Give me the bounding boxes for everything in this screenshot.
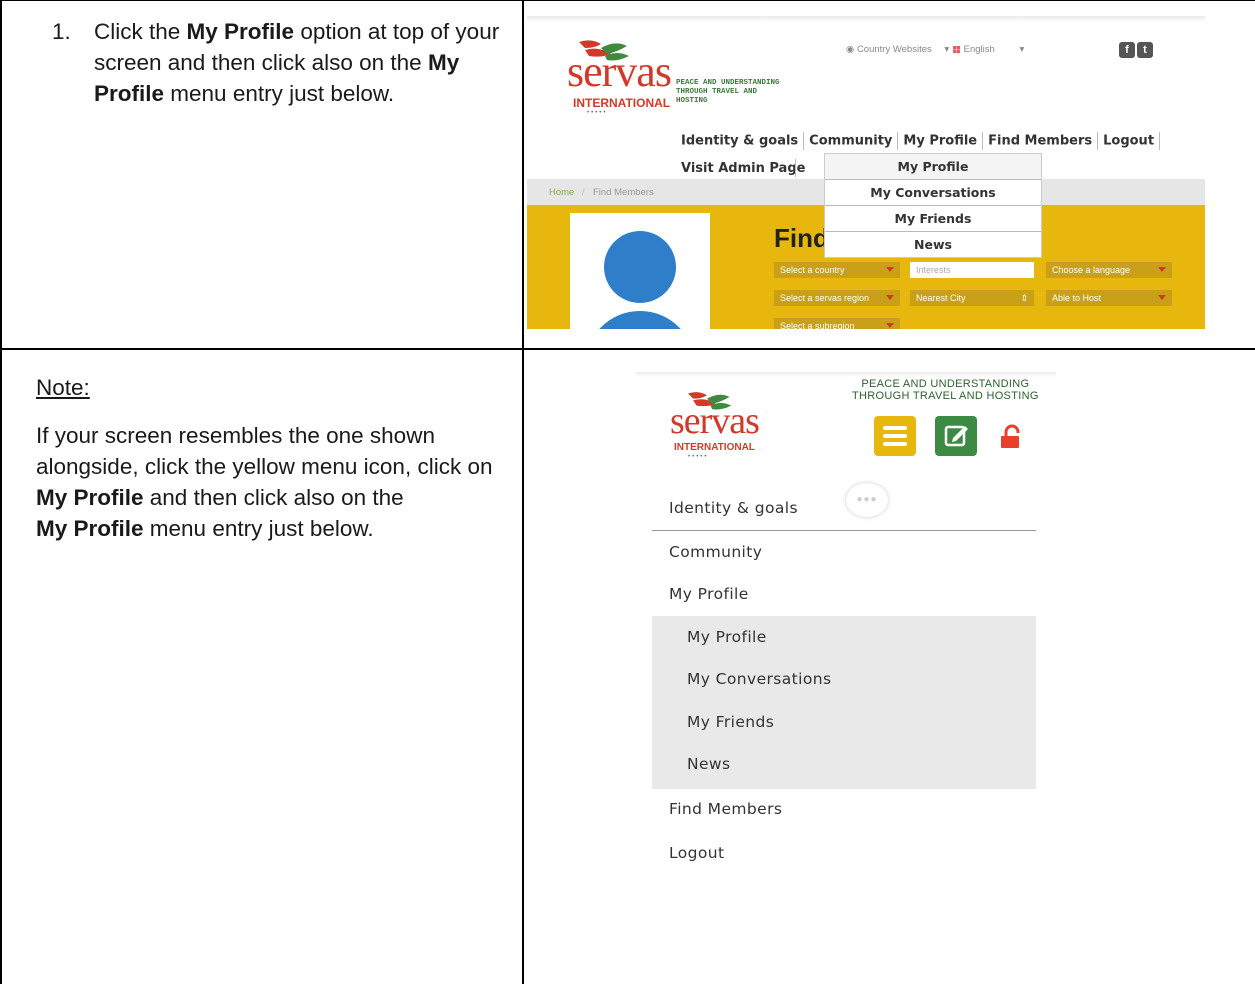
select-country[interactable]: Select a country <box>774 262 900 278</box>
tagline: PEACE AND UNDERSTANDING THROUGH TRAVEL A… <box>852 378 1039 402</box>
nav-find-members[interactable]: Find Members <box>988 134 1092 149</box>
dropdown-arrow-icon <box>886 267 894 272</box>
nav-logout[interactable]: Logout <box>1103 134 1154 149</box>
note-heading: Note: <box>36 375 90 400</box>
select-language[interactable]: Choose a language <box>1046 262 1172 278</box>
breadcrumb-current: Find Members <box>593 187 654 198</box>
top-nav: Identity & goals Community My Profile Find … <box>681 132 1165 150</box>
caret-down-icon: ▾ <box>944 44 950 55</box>
logo-international: INTERNATIONAL <box>674 442 755 453</box>
avatar <box>570 213 710 329</box>
dropdown-item-my-profile[interactable]: My Profile <box>825 154 1041 180</box>
tagline: PEACE AND UNDERSTANDING THROUGH TRAVEL A… <box>676 79 780 105</box>
submenu-item-news[interactable]: News <box>687 755 730 773</box>
dropdown-item-my-conversations[interactable]: My Conversations <box>825 180 1041 206</box>
table-row-divider <box>0 348 1255 350</box>
more-dots-icon[interactable]: ●●● <box>846 483 888 517</box>
country-websites-link[interactable]: ◉ Country Websites ▾ <box>846 44 949 55</box>
submenu-item-my-profile[interactable]: My Profile <box>687 628 767 646</box>
dropdown-arrow-icon <box>1158 267 1166 272</box>
note-text: If your screen resembles the one shown a… <box>36 423 493 541</box>
table-column-divider <box>522 0 524 984</box>
breadcrumb-home[interactable]: Home <box>549 187 574 198</box>
table-left-border <box>0 0 2 984</box>
hamburger-menu-button[interactable] <box>874 416 916 456</box>
mobile-menu-screenshot: PEACE AND UNDERSTANDING THROUGH TRAVEL A… <box>636 372 1056 984</box>
edit-button[interactable] <box>935 416 977 456</box>
my-profile-dropdown: My Profile My Conversations My Friends N… <box>824 153 1042 258</box>
dropdown-item-my-friends[interactable]: My Friends <box>825 206 1041 232</box>
nav-identity-goals[interactable]: Identity & goals <box>681 134 798 149</box>
avatar-body <box>585 311 695 329</box>
logo-dots: ••••• <box>688 454 709 460</box>
language-selector[interactable]: ▦ English ▾ <box>952 44 1024 55</box>
avatar-head <box>604 231 676 303</box>
twitter-icon[interactable]: t <box>1137 42 1153 58</box>
menu-item-community[interactable]: Community <box>669 543 762 561</box>
menu-item-find-members[interactable]: Find Members <box>669 800 782 818</box>
select-region[interactable]: Select a servas region <box>774 290 900 306</box>
stepper-icon: ⇕ <box>1020 293 1028 303</box>
submenu-item-my-conversations[interactable]: My Conversations <box>687 670 831 688</box>
nav-my-profile[interactable]: My Profile <box>903 134 977 149</box>
unlock-icon[interactable] <box>998 424 1024 450</box>
globe-icon: ◉ <box>846 44 855 55</box>
logo-wordmark: servas <box>567 47 672 96</box>
nav-community[interactable]: Community <box>809 134 892 149</box>
submenu-item-my-friends[interactable]: My Friends <box>687 713 774 731</box>
dropdown-arrow-icon <box>1158 295 1166 300</box>
table-top-border <box>0 0 1255 1</box>
dropdown-arrow-icon <box>886 295 894 300</box>
dropdown-arrow-icon <box>886 323 894 328</box>
step-1-text: Click the My Profile option at top of yo… <box>94 19 500 106</box>
logo-wordmark: servas <box>670 400 760 442</box>
menu-item-my-profile[interactable]: My Profile <box>669 585 749 603</box>
interests-input[interactable]: Interests <box>910 262 1034 278</box>
menu-item-logout[interactable]: Logout <box>669 844 724 862</box>
desktop-menu-screenshot: servas INTERNATIONAL ••••• PEACE AND UND… <box>527 16 1205 329</box>
step-number: 1. <box>52 19 71 44</box>
dropdown-item-news[interactable]: News <box>825 232 1041 257</box>
select-subregion[interactable]: Select a subregion <box>774 318 900 329</box>
caret-down-icon: ▾ <box>1019 44 1025 55</box>
menu-item-identity-goals[interactable]: Identity & goals <box>669 499 798 517</box>
logo-international: INTERNATIONAL <box>573 96 671 110</box>
uk-flag-icon: ▦ <box>952 44 961 55</box>
nearest-city-select[interactable]: Nearest City ⇕ <box>910 290 1034 306</box>
edit-icon <box>944 425 968 447</box>
logo-dots: ••••• <box>587 110 608 116</box>
facebook-icon[interactable]: f <box>1119 42 1135 58</box>
select-able-to-host[interactable]: Able to Host <box>1046 290 1172 306</box>
visit-admin-link[interactable]: Visit Admin Page <box>681 161 805 176</box>
